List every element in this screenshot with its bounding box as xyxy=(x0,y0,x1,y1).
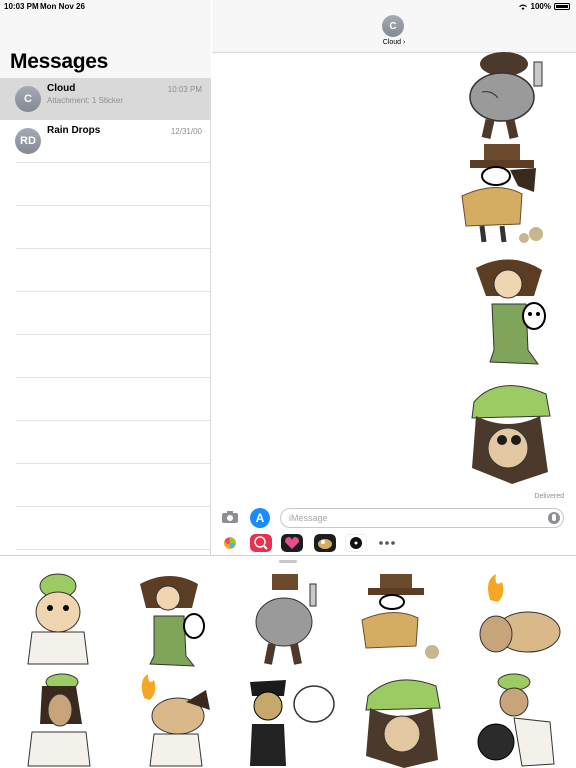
tray-sticker-fire-barrel-character[interactable] xyxy=(126,672,222,768)
girl-with-skull-sticker[interactable] xyxy=(470,256,552,372)
conversation-list: Messages C Cloud Attachment: 1 Sticker 1… xyxy=(0,0,211,555)
list-divider xyxy=(16,506,210,507)
imessage-app-drawer xyxy=(212,533,576,555)
conversation-name: Cloud xyxy=(47,83,76,94)
tray-sticker-green-beanie-guy[interactable] xyxy=(12,572,108,668)
tray-sticker-mustache-guy[interactable] xyxy=(12,672,108,768)
message-placeholder: iMessage xyxy=(289,513,328,523)
message-input[interactable]: iMessage xyxy=(280,508,564,528)
avatar: C xyxy=(15,86,41,112)
list-divider xyxy=(16,377,210,378)
tray-sticker-green-hat-character[interactable] xyxy=(354,672,450,768)
page-title: Messages xyxy=(10,50,108,73)
wifi-icon xyxy=(518,4,527,10)
status-time: 10:03 PM xyxy=(4,2,39,11)
heart-app-icon[interactable] xyxy=(281,534,303,552)
app-store-icon[interactable]: A xyxy=(250,508,270,528)
conversation-row-rain-drops[interactable]: RD Rain Drops 12/31/00 xyxy=(0,120,211,162)
conversation-row-cloud[interactable]: C Cloud Attachment: 1 Sticker 10:03 PM xyxy=(0,78,211,120)
messages-app: 10:03 PM Mon Nov 26 100% Messages C Clou… xyxy=(0,0,576,768)
conversation-preview: Attachment: 1 Sticker xyxy=(47,96,124,105)
music-icon[interactable] xyxy=(345,534,367,552)
tray-sticker-globe-chef[interactable] xyxy=(468,672,564,768)
compose-bar: A iMessage xyxy=(212,505,576,533)
conversation-name: Rain Drops xyxy=(47,125,101,136)
walking-bag-character-sticker[interactable] xyxy=(462,52,558,144)
battery-percent: 100% xyxy=(530,2,551,11)
list-divider xyxy=(16,420,210,421)
tray-sticker-zombie-speech-bubble[interactable] xyxy=(240,672,336,768)
contact-name[interactable]: Cloud › xyxy=(212,39,576,46)
list-divider xyxy=(16,334,210,335)
tray-grabber[interactable] xyxy=(279,560,297,563)
avatar: RD xyxy=(15,128,41,154)
list-divider xyxy=(16,549,210,550)
sticker-tray xyxy=(0,555,576,768)
status-right: 100% xyxy=(518,2,570,11)
list-divider xyxy=(16,205,210,206)
status-date: Mon Nov 26 xyxy=(40,2,85,11)
list-divider xyxy=(16,463,210,464)
tray-sticker-hat-creature-steam[interactable] xyxy=(354,572,450,668)
tray-sticker-girl-with-skull[interactable] xyxy=(126,572,222,668)
sticker-pack-icon[interactable] xyxy=(314,534,336,552)
search-globe-icon[interactable] xyxy=(250,534,272,552)
microphone-icon[interactable] xyxy=(548,512,560,524)
contact-avatar[interactable]: C xyxy=(382,15,404,37)
camera-icon[interactable] xyxy=(221,510,239,524)
tray-sticker-walking-bag-character[interactable] xyxy=(240,572,336,668)
conversation-time: 10:03 PM xyxy=(167,85,202,94)
list-divider xyxy=(16,162,210,163)
green-hat-character-sticker[interactable] xyxy=(458,376,558,488)
delivery-status: Delivered xyxy=(534,493,564,500)
conversation-time: 12/31/00 xyxy=(170,127,202,136)
photos-icon[interactable] xyxy=(219,534,241,552)
more-icon[interactable] xyxy=(376,534,398,552)
list-divider xyxy=(16,291,210,292)
battery-icon xyxy=(554,3,570,10)
tray-sticker-barrel-hand[interactable] xyxy=(468,572,564,668)
hat-creature-sticker[interactable] xyxy=(456,142,556,246)
status-bar: 10:03 PM Mon Nov 26 100% xyxy=(0,0,576,14)
list-divider xyxy=(16,248,210,249)
